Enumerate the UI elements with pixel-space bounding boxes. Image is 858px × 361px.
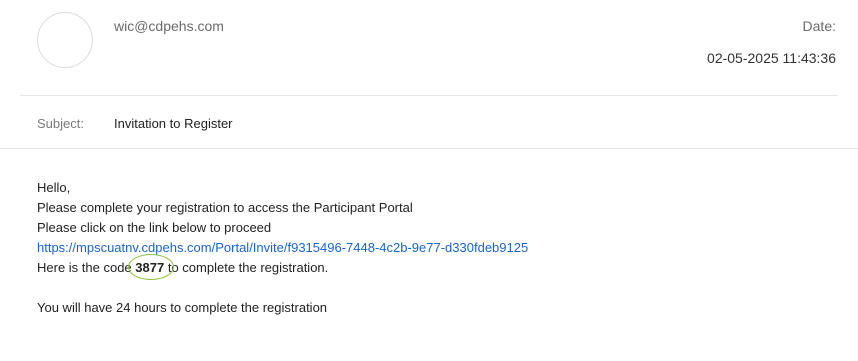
email-body: Hello, Please complete your registration… [37,178,837,318]
date-label: Date: [802,18,836,34]
subject-value: Invitation to Register [114,116,233,131]
code-suffix: to complete the registration. [167,260,329,275]
date-value: 02-05-2025 11:43:36 [707,50,836,66]
registration-code: 3877 [128,254,175,280]
subject-label: Subject: [37,116,84,131]
code-line: Here is the code 3877 to complete the re… [37,254,837,280]
code-prefix: Here is the code [37,260,132,275]
body-line-portal: Please complete your registration to acc… [37,200,413,215]
greeting: Hello, [37,180,71,195]
subject-divider [0,148,858,149]
sender-address: wic@cdpehs.com [114,18,224,34]
closing-line: You will have 24 hours to complete the r… [37,300,328,315]
body-line-proceed: Please click on the link below to procee… [37,220,272,235]
avatar [37,12,93,68]
invite-link[interactable]: https://mpscuatnv.cdpehs.com/Portal/Invi… [37,240,528,255]
header-divider [20,95,838,96]
invite-link-row: https://mpscuatnv.cdpehs.com/Portal/Invi… [37,238,837,258]
registration-code-value: 3877 [135,260,165,275]
